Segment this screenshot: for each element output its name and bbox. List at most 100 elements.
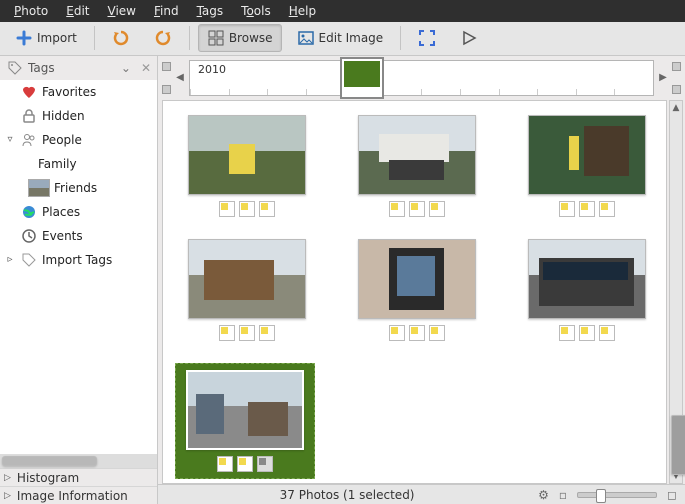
- tag-favorites[interactable]: Favorites: [0, 80, 157, 104]
- flag-icon[interactable]: [219, 325, 235, 341]
- zoom-slider[interactable]: [577, 492, 657, 498]
- flag-icon[interactable]: [257, 456, 273, 472]
- menubar: Photo Edit View Find Tags Tools Help: [0, 0, 685, 22]
- tag-import-tags[interactable]: ▹ Import Tags: [0, 248, 157, 272]
- toolbar: Import Browse Edit Image: [0, 22, 685, 56]
- collapse-icon[interactable]: ▿: [4, 134, 16, 145]
- flag-icon[interactable]: [237, 456, 253, 472]
- slider-knob[interactable]: [596, 489, 606, 503]
- tag-flags: [217, 456, 273, 472]
- photo-cell[interactable]: [353, 115, 481, 217]
- settings-icon[interactable]: ⚙: [538, 488, 549, 502]
- photo-cell[interactable]: [523, 115, 651, 217]
- timeline-track[interactable]: 2010: [189, 60, 654, 96]
- photo-thumbnail: [358, 239, 476, 319]
- grid-icon: [207, 29, 225, 47]
- menu-view[interactable]: View: [100, 2, 144, 20]
- main-pane: ◀ 2010 ▶: [158, 56, 685, 504]
- flag-icon[interactable]: [559, 325, 575, 341]
- timeline-marker[interactable]: [340, 57, 384, 99]
- photo-thumbnail: [528, 239, 646, 319]
- menu-edit[interactable]: Edit: [58, 2, 97, 20]
- rotate-left-button[interactable]: [103, 24, 139, 52]
- tag-friends[interactable]: Friends: [0, 176, 157, 200]
- flag-icon[interactable]: [389, 325, 405, 341]
- range-handle-top-right[interactable]: [672, 62, 681, 71]
- sidebar-hscroll[interactable]: [0, 454, 157, 468]
- gallery-vscroll[interactable]: ▲ ▼: [669, 100, 683, 484]
- section-image-information[interactable]: ▷ Image Information: [0, 486, 157, 504]
- browse-button[interactable]: Browse: [198, 24, 282, 52]
- import-button[interactable]: Import: [6, 24, 86, 52]
- fullscreen-button[interactable]: [409, 24, 445, 52]
- sidebar-header: Tags ⌄ ✕: [0, 56, 157, 80]
- flag-icon[interactable]: [429, 201, 445, 217]
- menu-tags[interactable]: Tags: [189, 2, 232, 20]
- flag-icon[interactable]: [239, 201, 255, 217]
- tag-places[interactable]: Places: [0, 200, 157, 224]
- globe-icon: [20, 203, 38, 221]
- tag-flags: [219, 201, 275, 217]
- flag-icon[interactable]: [599, 201, 615, 217]
- separator: [400, 26, 401, 50]
- flag-icon[interactable]: [579, 201, 595, 217]
- menu-tools[interactable]: Tools: [233, 2, 279, 20]
- browse-label: Browse: [229, 31, 273, 45]
- photo-cell[interactable]: [183, 115, 311, 217]
- range-handle-bottom-right[interactable]: [672, 85, 681, 94]
- menu-help[interactable]: Help: [281, 2, 324, 20]
- photo-cell-selected[interactable]: [175, 363, 315, 479]
- chevron-down-icon[interactable]: ⌄: [121, 61, 131, 75]
- sidebar-title: Tags: [28, 61, 55, 75]
- tag-flags: [559, 201, 615, 217]
- people-icon: [20, 131, 38, 149]
- clock-icon: [20, 227, 38, 245]
- expand-icon[interactable]: ▹: [4, 254, 16, 265]
- flag-icon[interactable]: [409, 201, 425, 217]
- slideshow-button[interactable]: [451, 24, 487, 52]
- scroll-thumb[interactable]: [671, 415, 685, 475]
- flag-icon[interactable]: [259, 201, 275, 217]
- tag-people[interactable]: ▿ People: [0, 128, 157, 152]
- tag-outline-icon: [20, 251, 38, 269]
- scroll-up-icon[interactable]: ▲: [670, 101, 682, 115]
- range-handle-top-left[interactable]: [162, 62, 171, 71]
- menu-photo[interactable]: Photo: [6, 2, 56, 20]
- flag-icon[interactable]: [559, 201, 575, 217]
- tag-flags: [559, 325, 615, 341]
- flag-icon[interactable]: [219, 201, 235, 217]
- menu-find[interactable]: Find: [146, 2, 187, 20]
- edit-image-button[interactable]: Edit Image: [288, 24, 393, 52]
- flag-icon[interactable]: [579, 325, 595, 341]
- sidebar: Tags ⌄ ✕ Favorites Hidden ▿ People Fa: [0, 56, 158, 504]
- flag-icon[interactable]: [389, 201, 405, 217]
- photo-cell[interactable]: [523, 239, 651, 341]
- tag-hidden[interactable]: Hidden: [0, 104, 157, 128]
- flag-icon[interactable]: [599, 325, 615, 341]
- flag-icon[interactable]: [409, 325, 425, 341]
- image-icon: [297, 29, 315, 47]
- tag-family[interactable]: Family: [0, 152, 157, 176]
- close-icon[interactable]: ✕: [141, 61, 151, 75]
- section-histogram[interactable]: ▷ Histogram: [0, 468, 157, 486]
- timeline-prev[interactable]: ◀: [173, 71, 187, 85]
- flag-icon[interactable]: [217, 456, 233, 472]
- flag-icon[interactable]: [429, 325, 445, 341]
- range-handle-bottom-left[interactable]: [162, 85, 171, 94]
- rotate-right-button[interactable]: [145, 24, 181, 52]
- photo-thumbnail: [358, 115, 476, 195]
- timeline-next[interactable]: ▶: [656, 71, 670, 85]
- plus-icon: [15, 29, 33, 47]
- flag-icon[interactable]: [259, 325, 275, 341]
- lock-icon: [20, 107, 38, 125]
- timeline-year: 2010: [198, 63, 226, 76]
- flag-icon[interactable]: [239, 325, 255, 341]
- rotate-left-icon: [112, 29, 130, 47]
- expand-icon: ▷: [4, 491, 11, 501]
- photo-cell[interactable]: [183, 239, 311, 341]
- tag-events[interactable]: Events: [0, 224, 157, 248]
- zoom-out-icon[interactable]: ▫: [559, 488, 567, 502]
- edit-image-label: Edit Image: [319, 31, 384, 45]
- zoom-in-icon[interactable]: ◻: [667, 488, 677, 502]
- photo-cell[interactable]: [353, 239, 481, 341]
